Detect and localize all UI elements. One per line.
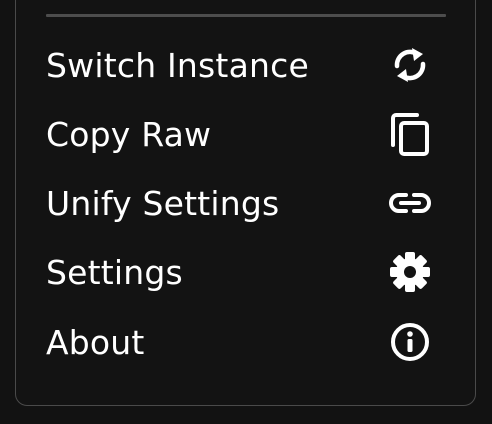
info-icon: [386, 318, 434, 366]
menu-item-label: Copy Raw: [46, 114, 212, 154]
menu-item-switch-instance[interactable]: Switch Instance: [46, 40, 446, 90]
refresh-icon: [386, 41, 434, 89]
menu-item-label: Settings: [46, 252, 183, 292]
menu-item-label: Unify Settings: [46, 183, 280, 223]
menu-item-copy-raw[interactable]: Copy Raw: [46, 109, 446, 159]
menu-item-unify-settings[interactable]: Unify Settings: [46, 178, 446, 228]
menu-item-settings[interactable]: Settings: [46, 247, 446, 297]
menu-item-label: About: [46, 322, 145, 362]
menu-item-about[interactable]: About: [46, 317, 446, 367]
menu-divider: [46, 14, 446, 17]
copy-icon: [386, 110, 434, 158]
gear-icon: [386, 248, 434, 296]
menu-item-label: Switch Instance: [46, 45, 309, 85]
link-icon: [386, 179, 434, 227]
